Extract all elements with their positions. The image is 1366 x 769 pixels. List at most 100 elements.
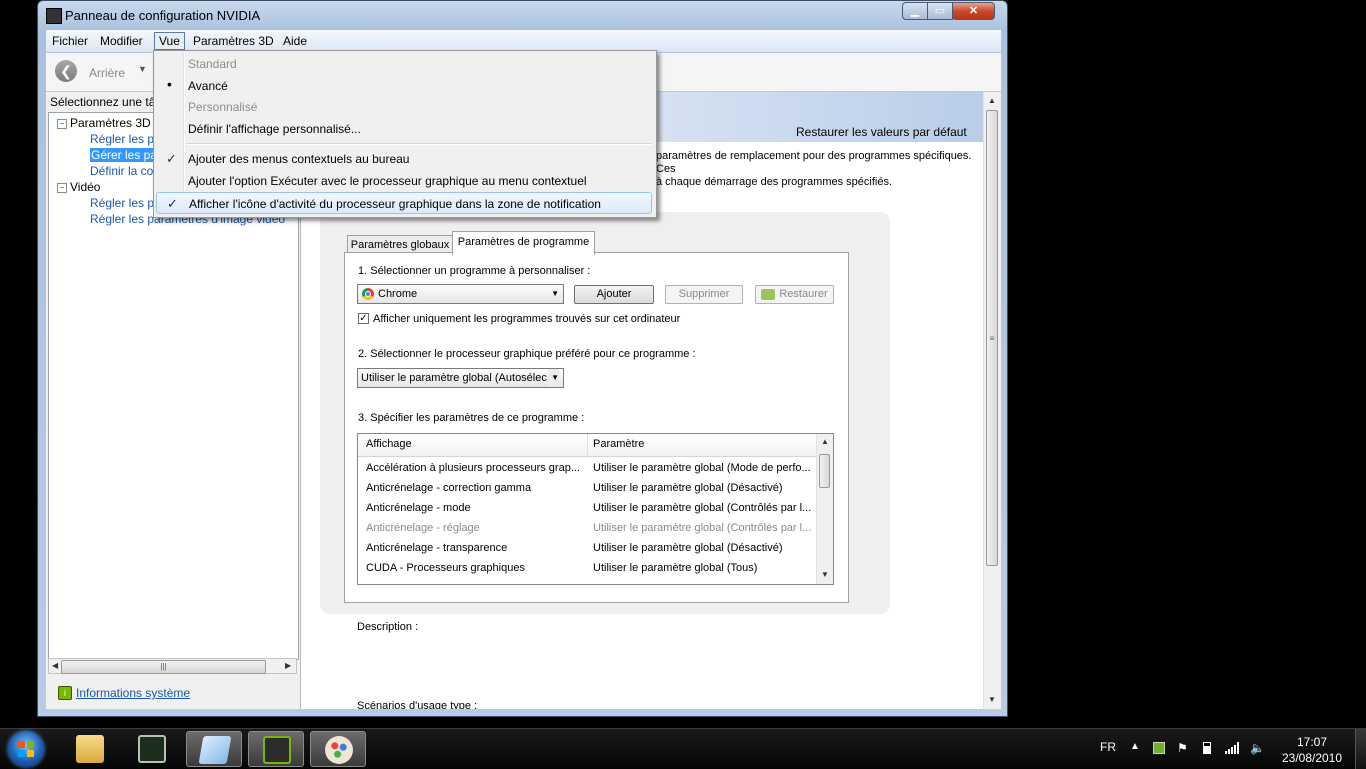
table-row[interactable]: Anticrénelage - correction gamma Utiliser… xyxy=(358,478,816,498)
close-icon: ✕ xyxy=(968,5,979,17)
taskbar: FR ▲ ⚑ 🔈 17:07 23/08/2010 xyxy=(0,728,1366,769)
collapse-icon[interactable]: − xyxy=(57,118,67,129)
show-hidden-icons-icon[interactable]: ▲ xyxy=(1130,741,1140,752)
scroll-right-icon[interactable]: ▶ xyxy=(285,661,291,670)
scroll-down-icon[interactable]: ▼ xyxy=(988,695,996,704)
taskbar-app-explorer[interactable] xyxy=(62,731,118,767)
menu-modifier[interactable]: Modifier xyxy=(96,33,147,49)
restore-defaults-link[interactable]: Restaurer les valeurs par défaut xyxy=(796,125,967,139)
volume-icon[interactable]: 🔈 xyxy=(1250,742,1265,754)
scroll-left-icon[interactable]: ◀ xyxy=(52,661,58,670)
vue-menu-item[interactable]: • Avancé xyxy=(156,75,652,97)
page-description-line: à chaque démarrage des programmes spécif… xyxy=(656,176,893,188)
tab-program-settings[interactable]: Paramètres de programme xyxy=(452,231,595,255)
window-title: Panneau de configuration NVIDIA xyxy=(65,8,261,23)
content-vertical-scrollbar[interactable]: ▲ ≡ ▼ xyxy=(983,92,1001,709)
collapse-icon[interactable]: − xyxy=(57,182,67,193)
close-button[interactable]: ✕ xyxy=(952,2,995,20)
clock-time[interactable]: 17:07 xyxy=(1289,735,1335,749)
show-desktop-button[interactable] xyxy=(1355,729,1366,769)
chrome-icon xyxy=(362,288,374,300)
table-row[interactable]: CUDA - Processeurs graphiques Utiliser le… xyxy=(358,558,816,578)
grid-vertical-scrollbar[interactable]: ▲ ▼ xyxy=(816,434,833,584)
vue-menu-item-label: Standard xyxy=(188,57,237,71)
scroll-up-icon[interactable]: ▲ xyxy=(988,96,996,105)
setting-cell[interactable]: Utiliser le paramètre global (Tous) xyxy=(593,558,813,578)
taskbar-app-nvidia[interactable] xyxy=(248,731,304,767)
tree-group-video[interactable]: − Vidéo xyxy=(57,179,100,195)
menu-separator xyxy=(186,143,652,145)
maximize-icon: ▭ xyxy=(934,5,946,17)
battery-icon[interactable] xyxy=(1203,742,1211,754)
show-found-programs-label: Afficher uniquement les programmes trouv… xyxy=(373,313,681,325)
scrollbar-thumb[interactable]: ≡ xyxy=(986,110,998,566)
table-row[interactable]: Accélération à plusieurs processeurs gra… xyxy=(358,458,816,478)
tree-item-definir-config[interactable]: Définir la con xyxy=(90,163,160,179)
vue-menu-item[interactable]: Ajouter l'option Exécuter avec le proces… xyxy=(156,170,652,192)
scroll-down-icon[interactable]: ▼ xyxy=(821,570,829,579)
program-settings-grid: Affichage Paramètre Accélération à plusi… xyxy=(357,433,834,585)
language-indicator[interactable]: FR xyxy=(1100,740,1116,754)
tree-item-gerer-parametres[interactable]: Gérer les par xyxy=(90,147,163,163)
vue-menu-item[interactable]: Standard xyxy=(156,53,652,75)
gpu-select[interactable]: Utiliser le paramètre global (Autosélec … xyxy=(357,368,564,388)
menu-fichier[interactable]: Fichier xyxy=(48,33,92,49)
vue-menu-item[interactable]: ✓ Ajouter des menus contextuels au bureau xyxy=(156,148,652,170)
feature-cell: Accélération à plusieurs processeurs gra… xyxy=(366,462,580,474)
taskbar-app-paint[interactable] xyxy=(310,731,366,767)
grid-body: Accélération à plusieurs processeurs gra… xyxy=(358,458,816,584)
program-select[interactable]: Chrome ▼ xyxy=(357,284,564,304)
gpu-activity-tray-icon[interactable] xyxy=(1153,742,1165,754)
restore-program-button[interactable]: Restaurer xyxy=(755,285,834,304)
column-header-setting[interactable]: Paramètre xyxy=(593,438,644,450)
maximize-button[interactable]: ▭ xyxy=(927,2,953,20)
back-button[interactable]: ❮ xyxy=(55,60,77,82)
feature-cell: CUDA - Processeurs graphiques xyxy=(366,562,525,574)
minimize-button[interactable]: ▁ xyxy=(902,2,928,20)
minimize-icon: ▁ xyxy=(910,5,920,17)
tree-item-regler-video[interactable]: Régler les pa xyxy=(90,195,161,211)
table-row[interactable]: Anticrénelage - réglage Utiliser le param… xyxy=(358,518,816,538)
usage-scenarios-label: Scénarios d'usage type : xyxy=(357,700,478,709)
clock-date[interactable]: 23/08/2010 xyxy=(1281,751,1343,765)
menu-vue[interactable]: Vue xyxy=(154,32,185,50)
start-button[interactable] xyxy=(8,731,44,767)
column-divider[interactable] xyxy=(587,434,588,456)
page-description-line: paramètres de remplacement pour des prog… xyxy=(656,150,972,175)
setting-cell[interactable]: Utiliser le paramètre global (Mode de pe… xyxy=(593,458,813,478)
table-row[interactable]: Anticrénelage - mode Utiliser le paramètr… xyxy=(358,498,816,518)
vue-menu-items: Standard • Avancé Personnalisé Définir l'aff… xyxy=(154,51,656,217)
table-row[interactable]: Anticrénelage - transparence Utiliser le … xyxy=(358,538,816,558)
monitor-icon xyxy=(138,735,166,763)
menu-parametres-3d[interactable]: Paramètres 3D xyxy=(189,33,278,49)
setting-cell[interactable]: Utiliser le paramètre global (Désactivé) xyxy=(593,538,813,558)
add-program-button[interactable]: Ajouter xyxy=(574,285,654,304)
step2-label: 2. Sélectionner le processeur graphique … xyxy=(358,348,696,360)
taskbar-app-task-manager[interactable] xyxy=(124,731,180,767)
tree-horizontal-scrollbar[interactable]: ◀ ||| ▶ xyxy=(48,658,297,674)
tree-item-regler-3d[interactable]: Régler les pa xyxy=(90,131,161,147)
tree-group-3d[interactable]: − Paramètres 3D xyxy=(57,115,151,131)
network-signal-icon[interactable] xyxy=(1225,742,1239,754)
vue-menu-item[interactable]: Personnalisé xyxy=(156,96,652,118)
scrollbar-thumb[interactable] xyxy=(819,454,830,488)
system-info-link[interactable]: Informations système xyxy=(76,686,190,700)
back-history-dropdown-icon[interactable]: ▼ xyxy=(138,64,147,74)
taskbar-app-notepad[interactable] xyxy=(186,731,242,767)
remove-program-button[interactable]: Supprimer xyxy=(665,285,743,304)
scroll-up-icon[interactable]: ▲ xyxy=(821,437,829,446)
setting-cell[interactable]: Utiliser le paramètre global (Contrôlés … xyxy=(593,518,813,538)
vue-menu-item[interactable]: Définir l'affichage personnalisé... xyxy=(156,118,652,140)
title-bar[interactable]: Panneau de configuration NVIDIA ▁ ▭ ✕ xyxy=(38,1,1007,30)
nvidia-icon xyxy=(761,289,775,300)
setting-cell[interactable]: Utiliser le paramètre global (Désactivé) xyxy=(593,478,813,498)
menu-aide[interactable]: Aide xyxy=(279,33,311,49)
column-header-feature[interactable]: Affichage xyxy=(366,438,412,450)
action-center-flag-icon[interactable]: ⚑ xyxy=(1177,742,1189,754)
setting-cell[interactable]: Utiliser le paramètre global (Contrôlés … xyxy=(593,498,813,518)
restore-button-label: Restaurer xyxy=(779,288,828,300)
scrollbar-thumb[interactable]: ||| xyxy=(61,660,266,674)
vue-menu-item[interactable]: ✓ Afficher l'icône d'activité du processe… xyxy=(156,192,652,214)
show-found-programs-checkbox[interactable]: ✓ xyxy=(358,313,369,324)
chevron-down-icon: ▼ xyxy=(551,289,559,298)
